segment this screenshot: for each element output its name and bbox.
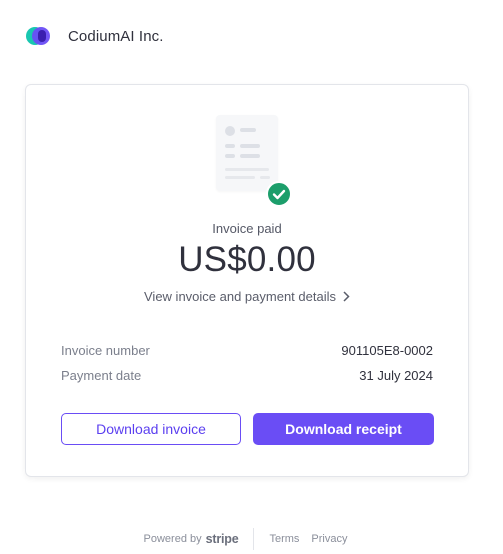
invoice-amount: US$0.00 [178,240,316,279]
payment-date-row: Payment date 31 July 2024 [61,368,433,383]
chevron-right-icon [342,290,350,305]
invoice-number-label: Invoice number [61,343,150,358]
invoice-card: Invoice paid US$0.00 View invoice and pa… [25,84,469,477]
codium-logo-icon [26,24,56,48]
footer-divider [253,528,255,550]
terms-link[interactable]: Terms [269,533,299,545]
view-details-link[interactable]: View invoice and payment details [26,289,468,305]
powered-by-stripe[interactable]: Powered by stripe [144,532,239,546]
invoice-number-value: 901105E8-0002 [341,343,433,358]
download-invoice-button[interactable]: Download invoice [61,413,241,445]
footer: Powered by stripe Terms Privacy [0,528,503,550]
brand-name: CodiumAI Inc. [68,27,164,45]
invoice-illustration [216,115,296,207]
download-receipt-button[interactable]: Download receipt [253,413,434,445]
invoice-document-icon [216,115,278,191]
powered-by-label: Powered by [143,533,202,545]
header: CodiumAI Inc. [26,24,164,48]
payment-date-label: Payment date [61,368,142,383]
check-circle-icon [266,181,292,207]
view-details-label: View invoice and payment details [144,289,336,304]
invoice-status: Invoice paid [212,221,282,236]
stripe-logo: stripe [205,532,239,546]
privacy-link[interactable]: Privacy [311,533,347,545]
payment-date-value: 31 July 2024 [359,368,433,383]
invoice-number-row: Invoice number 901105E8-0002 [61,343,433,358]
